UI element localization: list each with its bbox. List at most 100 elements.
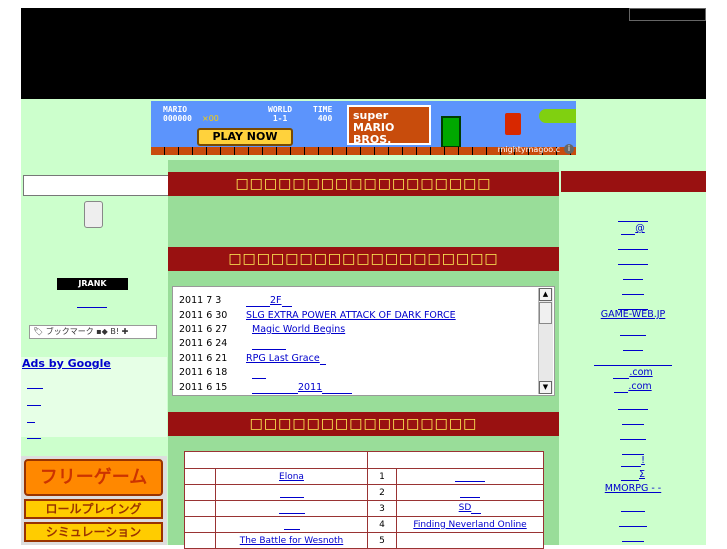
ad-link[interactable] <box>27 395 41 406</box>
menu-free-game[interactable]: フリーゲーム <box>24 459 163 496</box>
rank-left-icon-cell <box>184 532 216 549</box>
bookmark-button[interactable]: 🏷 ブックマーク ▪◆ B! ✚ <box>29 325 157 339</box>
table-row: Elona 1 <box>184 468 544 485</box>
rank-left-icon-cell <box>184 468 216 485</box>
ad-link[interactable] <box>27 412 35 423</box>
ad-link[interactable] <box>27 428 41 439</box>
ads-by-google-link[interactable]: Ads by Google <box>22 357 111 370</box>
news-date: 2011 6 15 <box>179 382 228 393</box>
rank-left-link[interactable]: Elona <box>215 468 368 485</box>
rank-number: 5 <box>367 532 397 549</box>
news-date: 2011 7 3 <box>179 295 222 306</box>
news-date: 2011 6 30 <box>179 310 228 321</box>
sidebar-link[interactable]: Σ <box>560 469 706 481</box>
section-title: □□□□□□□□□□□□□□□□□□□ <box>168 247 559 271</box>
section-title: □□□□□□□□□□□□□□□□□□ <box>168 172 559 196</box>
sidebar-link[interactable] <box>560 253 706 265</box>
rank-left-link[interactable] <box>215 516 368 533</box>
rank-right-link[interactable]: SD <box>396 500 544 517</box>
menu-simulation[interactable]: シミュレーション <box>24 522 163 542</box>
banner-url: mightymagoo.c <box>497 145 560 154</box>
rank-number: 4 <box>367 516 397 533</box>
sidebar-link[interactable] <box>560 443 706 455</box>
scroll-thumb[interactable] <box>539 302 552 324</box>
banner-hud-mario: MARIO 000000 <box>163 105 192 123</box>
news-list[interactable]: 2011 7 3 2F 2011 6 30 SLG EXTRA POWER AT… <box>172 286 555 396</box>
sidebar-link[interactable] <box>560 210 706 222</box>
google-ads-box: Ads by Google <box>21 357 167 439</box>
search-button[interactable] <box>84 201 103 228</box>
scroll-up-arrow-icon[interactable]: ▲ <box>539 288 552 301</box>
scroll-down-arrow-icon[interactable]: ▼ <box>539 381 552 394</box>
header-bar <box>21 8 706 99</box>
sidebar-link[interactable]: GAME-WEB.JP <box>560 309 706 320</box>
sidebar-link[interactable] <box>560 268 706 280</box>
sidebar-link[interactable] <box>560 354 706 366</box>
rank-left-icon-cell <box>184 516 216 533</box>
tree-graphic <box>539 109 576 123</box>
sidebar-link[interactable]: .com <box>560 367 706 379</box>
game-category-menu: フリーゲーム ロールプレイング シミュレーション <box>21 456 167 545</box>
bookmark-label: ブックマーク <box>45 327 94 336</box>
table-header-row <box>184 451 544 469</box>
sidebar-link[interactable] <box>560 530 706 542</box>
pipe-graphic <box>441 116 461 148</box>
ad-link[interactable] <box>27 378 43 389</box>
table-header-cell <box>367 451 544 469</box>
super-mario-logo: super MARIO BROS. <box>347 105 431 146</box>
jrank-link[interactable] <box>77 297 107 308</box>
news-title-link[interactable]: RPG Last Grace <box>246 353 326 365</box>
rank-number: 3 <box>367 500 397 517</box>
sidebar-link[interactable]: @ <box>560 223 706 235</box>
news-title-link[interactable]: SLG EXTRA POWER ATTACK OF DARK FORCE <box>246 310 456 321</box>
main-content: □□□□□□□□□□□□□□□□□□ □□□□□□□□□□□□□□□□□□□ 2… <box>168 160 559 549</box>
rank-left-icon-cell <box>184 500 216 517</box>
news-title-link[interactable]: 2011 <box>252 382 353 394</box>
mario-sprite <box>505 113 521 135</box>
table-header-cell <box>184 451 368 469</box>
sidebar-link[interactable] <box>560 515 706 527</box>
sidebar-link[interactable] <box>560 238 706 250</box>
rank-number: 2 <box>367 484 397 501</box>
sidebar-link[interactable] <box>560 428 706 440</box>
header-widget <box>629 8 706 21</box>
sidebar-link[interactable] <box>560 324 706 336</box>
news-title-link[interactable]: 2F <box>246 295 292 307</box>
news-scrollbar[interactable]: ▲ ▼ <box>538 288 553 394</box>
rank-right-link[interactable]: Finding Neverland Online <box>396 516 544 533</box>
right-sidebar-header <box>561 171 706 192</box>
banner-hud-time: TIME 400 <box>313 105 333 123</box>
bookmark-icon: 🏷 <box>33 327 44 336</box>
play-now-button[interactable]: PLAY NOW <box>197 128 293 146</box>
search-input[interactable] <box>23 175 175 196</box>
menu-rpg[interactable]: ロールプレイング <box>24 499 163 519</box>
rank-right-link[interactable] <box>396 532 544 549</box>
news-title-link[interactable]: Magic World Begins <box>252 324 345 335</box>
table-row: 3 SD <box>184 500 544 517</box>
sidebar-link[interactable] <box>560 283 706 295</box>
news-title-link[interactable] <box>252 338 286 350</box>
mario-banner-ad[interactable]: MARIO 000000 ×00 WORLD 1-1 TIME 400 PLAY … <box>151 101 576 155</box>
ad-info-icon[interactable]: i <box>564 144 574 154</box>
news-date: 2011 6 18 <box>179 367 228 378</box>
news-title-link[interactable] <box>252 367 266 379</box>
rank-left-link[interactable] <box>215 484 368 501</box>
sidebar-link[interactable] <box>560 500 706 512</box>
sidebar-link[interactable] <box>560 398 706 410</box>
rank-left-link[interactable]: The Battle for Wesnoth <box>215 532 368 549</box>
rank-right-link[interactable] <box>396 468 544 485</box>
rank-right-link[interactable] <box>396 484 544 501</box>
rank-left-icon-cell <box>184 484 216 501</box>
table-row: The Battle for Wesnoth 5 <box>184 532 544 549</box>
sidebar-link[interactable]: MMORPG - - <box>560 483 706 494</box>
sidebar-link[interactable]: ! <box>560 455 706 467</box>
sidebar-link[interactable] <box>560 413 706 425</box>
right-sidebar: @ GAME-WEB.JP .com .com ! Σ MMORPG - - <box>560 160 706 545</box>
section-title: □□□□□□□□□□□□□□□□ <box>168 412 559 436</box>
sidebar-link[interactable]: .com <box>560 381 706 393</box>
left-sidebar: JRANK 🏷 ブックマーク ▪◆ B! ✚ Ads by Google フリー… <box>21 160 175 545</box>
rank-left-link[interactable] <box>215 500 368 517</box>
sidebar-link[interactable] <box>560 339 706 351</box>
rank-number: 1 <box>367 468 397 485</box>
jrank-badge[interactable]: JRANK <box>57 278 128 290</box>
